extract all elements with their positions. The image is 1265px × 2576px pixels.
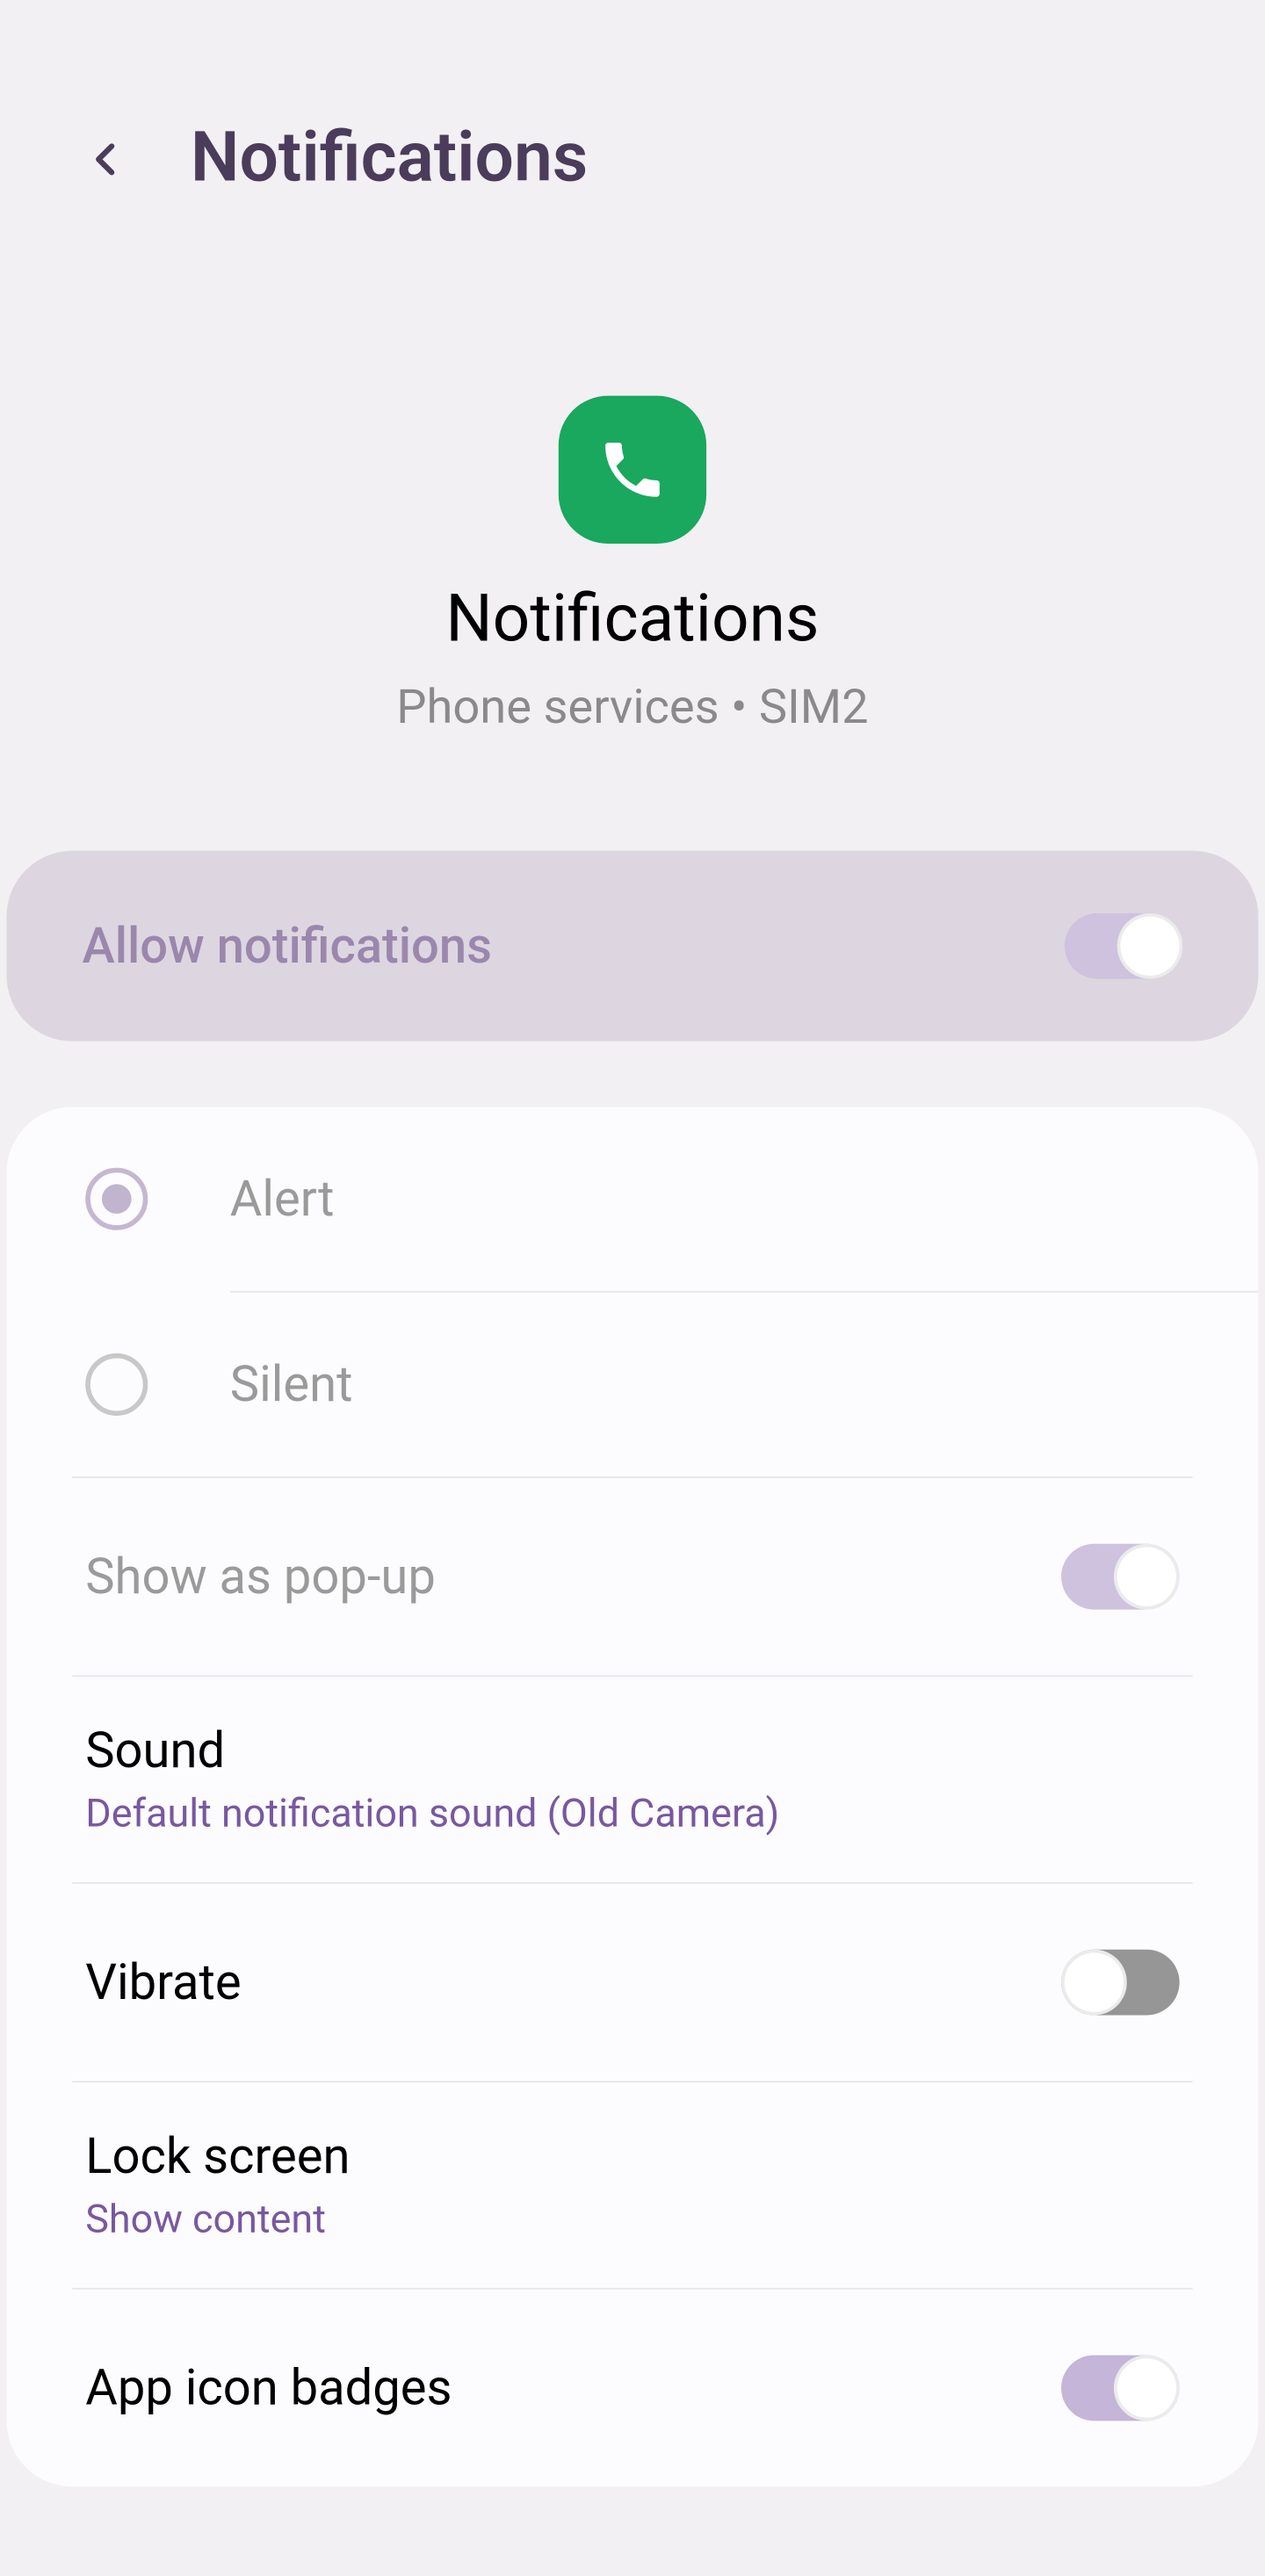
phone-app-icon [559, 396, 706, 544]
toggle-knob [1114, 2356, 1180, 2421]
toggle-knob [1114, 1544, 1180, 1610]
lockscreen-label: Lock screen [85, 2129, 350, 2186]
sound-group: Sound Default notification sound (Old Ca… [85, 1723, 779, 1836]
sound-row[interactable]: Sound Default notification sound (Old Ca… [6, 1677, 1258, 1882]
silent-label: Silent [230, 1356, 353, 1413]
lockscreen-group: Lock screen Show content [85, 2129, 350, 2242]
vibrate-toggle[interactable] [1061, 1950, 1180, 2016]
alert-radio[interactable] [85, 1168, 148, 1230]
header: Notifications [0, 0, 1265, 248]
badges-label: App icon badges [85, 2359, 452, 2416]
app-title: Notifications [445, 580, 819, 657]
silent-mode-row[interactable]: Silent [6, 1293, 1258, 1476]
sound-value: Default notification sound (Old Camera) [85, 1790, 779, 1836]
phone-icon [596, 434, 669, 506]
settings-card: Alert Silent Show as pop-up Sound Defaul… [6, 1107, 1258, 2486]
silent-radio[interactable] [85, 1353, 148, 1416]
popup-toggle[interactable] [1061, 1544, 1180, 1610]
badges-row[interactable]: App icon badges [6, 2290, 1258, 2486]
allow-notifications-row[interactable]: Allow notifications [6, 851, 1258, 1042]
app-subtitle: Phone services • SIM2 [396, 680, 868, 736]
toggle-knob [1117, 913, 1183, 979]
popup-row[interactable]: Show as pop-up [6, 1478, 1258, 1675]
vibrate-row[interactable]: Vibrate [6, 1884, 1258, 2081]
alert-label: Alert [230, 1170, 335, 1227]
back-icon[interactable] [79, 133, 132, 185]
toggle-knob [1061, 1950, 1127, 2016]
lockscreen-row[interactable]: Lock screen Show content [6, 2082, 1258, 2288]
allow-notifications-toggle[interactable] [1065, 913, 1183, 979]
allow-notifications-label: Allow notifications [83, 917, 492, 974]
vibrate-label: Vibrate [85, 1953, 241, 2010]
radio-selected-dot [102, 1184, 132, 1214]
page-title: Notifications [191, 119, 588, 199]
badges-toggle[interactable] [1061, 2356, 1180, 2421]
app-header: Notifications Phone services • SIM2 [0, 248, 1265, 850]
popup-label: Show as pop-up [85, 1548, 436, 1605]
lockscreen-value: Show content [85, 2196, 350, 2241]
sound-label: Sound [85, 1723, 779, 1780]
alert-mode-row[interactable]: Alert [6, 1107, 1258, 1290]
